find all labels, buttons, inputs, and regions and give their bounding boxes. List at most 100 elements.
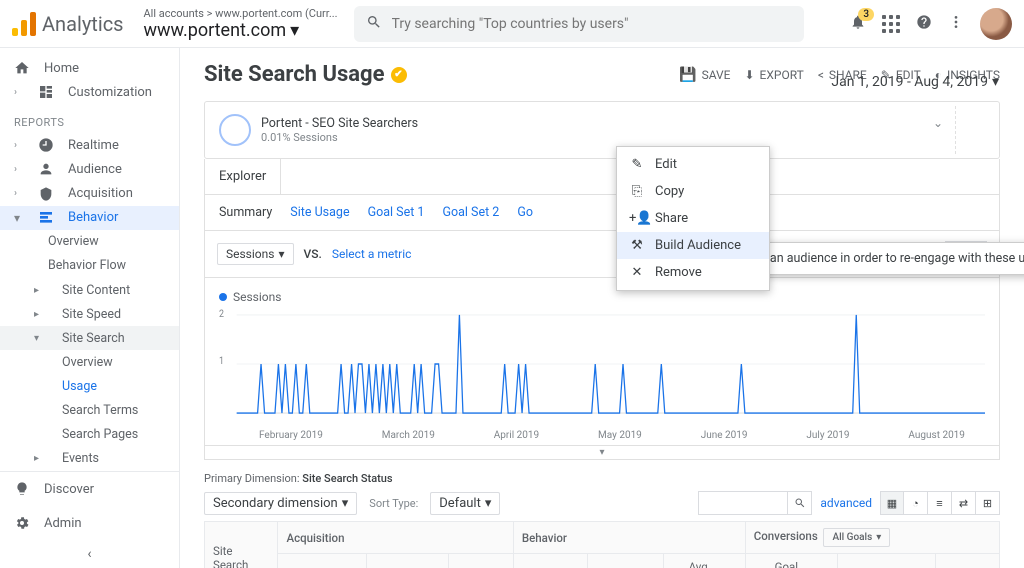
- sidebar-item-home[interactable]: Home: [0, 56, 179, 80]
- build-audience-tooltip: Build an audience in order to re-engage …: [728, 242, 1024, 275]
- col-gc[interactable]: Goal Completions?: [838, 554, 936, 568]
- vs-label: VS.: [304, 247, 322, 261]
- chevron-down-icon: ▾: [278, 247, 284, 261]
- breadcrumb-accounts: All accounts > www.portent.com (Curr...: [144, 7, 338, 20]
- col-site-search-status[interactable]: Site Search Status ?: [205, 522, 278, 568]
- analytics-logo-icon: [12, 12, 36, 36]
- svg-text:1: 1: [219, 356, 224, 368]
- col-group-acquisition: Acquisition: [278, 522, 513, 554]
- subtab-goal-2[interactable]: Goal Set 2: [442, 205, 499, 220]
- subtab-goal-1[interactable]: Goal Set 1: [368, 205, 425, 220]
- global-search[interactable]: [354, 6, 804, 42]
- share-icon: <: [818, 68, 824, 82]
- sidebar-item-customization[interactable]: ›Customization: [0, 80, 179, 104]
- download-icon: ⬇: [744, 68, 754, 82]
- segment-card[interactable]: Portent - SEO Site Searchers 0.01% Sessi…: [205, 106, 445, 154]
- user-avatar[interactable]: [980, 8, 1012, 40]
- metric-selector[interactable]: Sessions▾: [217, 243, 294, 265]
- apps-launcher-icon[interactable]: [882, 15, 900, 33]
- table-search[interactable]: [698, 491, 812, 515]
- col-sessions[interactable]: Sessions?↓: [278, 554, 367, 568]
- table-search-input[interactable]: [698, 491, 788, 515]
- segment-detail: 0.01% Sessions: [261, 131, 418, 144]
- chevron-down-icon: ▾: [290, 20, 299, 41]
- search-input[interactable]: [392, 16, 792, 32]
- notifications-button[interactable]: 3: [850, 14, 866, 34]
- save-button[interactable]: 💾SAVE: [679, 67, 730, 83]
- sidebar-sub-ss-terms[interactable]: Search Terms: [0, 399, 179, 423]
- advanced-link[interactable]: advanced: [820, 496, 872, 510]
- sidebar-sub-ss-usage[interactable]: Usage: [0, 375, 179, 399]
- notification-count: 3: [858, 8, 874, 21]
- sidebar-sub-ss-overview[interactable]: Overview: [0, 350, 179, 374]
- col-duration[interactable]: Avg. Session Duration?: [663, 554, 745, 568]
- product-logo[interactable]: Analytics: [12, 12, 124, 36]
- account-switcher[interactable]: All accounts > www.portent.com (Curr... …: [144, 7, 338, 41]
- ctx-edit[interactable]: ✎Edit: [617, 151, 769, 178]
- date-range-picker[interactable]: Jan 1, 2019 - Aug 4, 2019▾: [831, 74, 999, 90]
- chevron-right-icon: ›: [14, 87, 24, 98]
- chevron-down-icon: ▾: [14, 211, 24, 225]
- sidebar-sub-site-speed[interactable]: ▸Site Speed: [0, 302, 179, 326]
- sidebar-item-audience[interactable]: ›Audience: [0, 157, 179, 181]
- subtab-go[interactable]: Go: [517, 205, 533, 220]
- chevron-down-icon: ▾: [342, 496, 349, 511]
- home-icon: [14, 60, 30, 76]
- col-new-sessions[interactable]: % New Sessions?: [367, 554, 448, 568]
- sidebar-sub-site-content[interactable]: ▸Site Content: [0, 278, 179, 302]
- acquisition-icon: [38, 186, 54, 202]
- sidebar-sub-site-search[interactable]: ▾Site Search: [0, 326, 179, 350]
- more-vert-icon[interactable]: [948, 14, 964, 34]
- pencil-icon: ✎: [629, 157, 645, 172]
- search-icon: [366, 14, 382, 34]
- sessions-chart: 2 1: [219, 304, 985, 424]
- col-pages[interactable]: Pages / Session?: [588, 554, 664, 568]
- sidebar-item-discover[interactable]: Discover: [0, 472, 179, 506]
- ctx-build-audience[interactable]: ⚒Build Audience: [617, 232, 769, 259]
- sidebar-collapse-button[interactable]: ‹: [0, 540, 179, 568]
- chart-expand-handle[interactable]: ▾: [204, 446, 1000, 460]
- help-icon[interactable]: [916, 14, 932, 34]
- add-segment-button[interactable]: [955, 106, 999, 154]
- ctx-remove[interactable]: ✕Remove: [617, 259, 769, 286]
- sidebar-item-realtime[interactable]: ›Realtime: [0, 133, 179, 157]
- sidebar-item-behavior[interactable]: ▾Behavior: [0, 206, 179, 230]
- sidebar-sub-events[interactable]: ▸Events: [0, 447, 179, 471]
- subtab-site-usage[interactable]: Site Usage: [290, 205, 349, 220]
- view-table-icon[interactable]: ▦: [880, 491, 904, 515]
- export-button[interactable]: ⬇EXPORT: [744, 67, 803, 83]
- main-content: Site Search Usage✔ 💾SAVE ⬇EXPORT <SHARE …: [180, 48, 1024, 568]
- tab-explorer[interactable]: Explorer: [205, 159, 281, 194]
- sidebar-item-acquisition[interactable]: ›Acquisition: [0, 182, 179, 206]
- chevron-down-icon: ▾: [992, 74, 999, 90]
- select-metric-link[interactable]: Select a metric: [332, 247, 412, 261]
- col-gcr[interactable]: Goal Conversion Rate?: [745, 554, 837, 568]
- subtab-summary[interactable]: Summary: [219, 205, 272, 220]
- sort-type-selector[interactable]: Default ▾: [430, 492, 500, 515]
- chevron-right-icon: ›: [14, 140, 24, 151]
- topbar: Analytics All accounts > www.portent.com…: [0, 0, 1024, 48]
- ctx-share[interactable]: +👤Share: [617, 205, 769, 232]
- col-new-users[interactable]: New Users?: [448, 554, 513, 568]
- chevron-right-icon: ›: [14, 164, 24, 175]
- sidebar-item-admin[interactable]: Admin: [0, 506, 179, 540]
- view-pivot-icon[interactable]: ⊞: [976, 491, 1000, 515]
- page-title: Site Search Usage: [204, 62, 385, 87]
- view-bar-icon[interactable]: ≡: [928, 491, 952, 515]
- add-person-icon: +👤: [629, 211, 645, 226]
- sidebar-sub-ss-pages[interactable]: Search Pages: [0, 423, 179, 447]
- col-bounce[interactable]: Bounce Rate?: [513, 554, 587, 568]
- view-compare-icon[interactable]: ⇄: [952, 491, 976, 515]
- search-icon[interactable]: [788, 491, 812, 515]
- segment-dropdown-icon[interactable]: ⌄: [933, 116, 955, 130]
- sidebar-sub-behavior-overview[interactable]: Overview: [0, 230, 179, 254]
- goal-selector[interactable]: All Goals ▾: [823, 528, 890, 547]
- ctx-copy[interactable]: ⎘Copy: [617, 178, 769, 205]
- segment-bar: Jan 1, 2019 - Aug 4, 2019▾ Portent - SEO…: [204, 101, 1000, 159]
- sidebar-sub-behavior-flow[interactable]: Behavior Flow: [0, 254, 179, 278]
- behavior-icon: [38, 210, 54, 226]
- secondary-dimension-selector[interactable]: Secondary dimension ▾: [204, 492, 357, 515]
- chart-area: Sessions 2 1 February 2019March 2019Apri…: [204, 278, 1000, 446]
- view-pie-icon[interactable]: ◔: [904, 491, 928, 515]
- col-gv[interactable]: Goal Value?: [936, 554, 1000, 568]
